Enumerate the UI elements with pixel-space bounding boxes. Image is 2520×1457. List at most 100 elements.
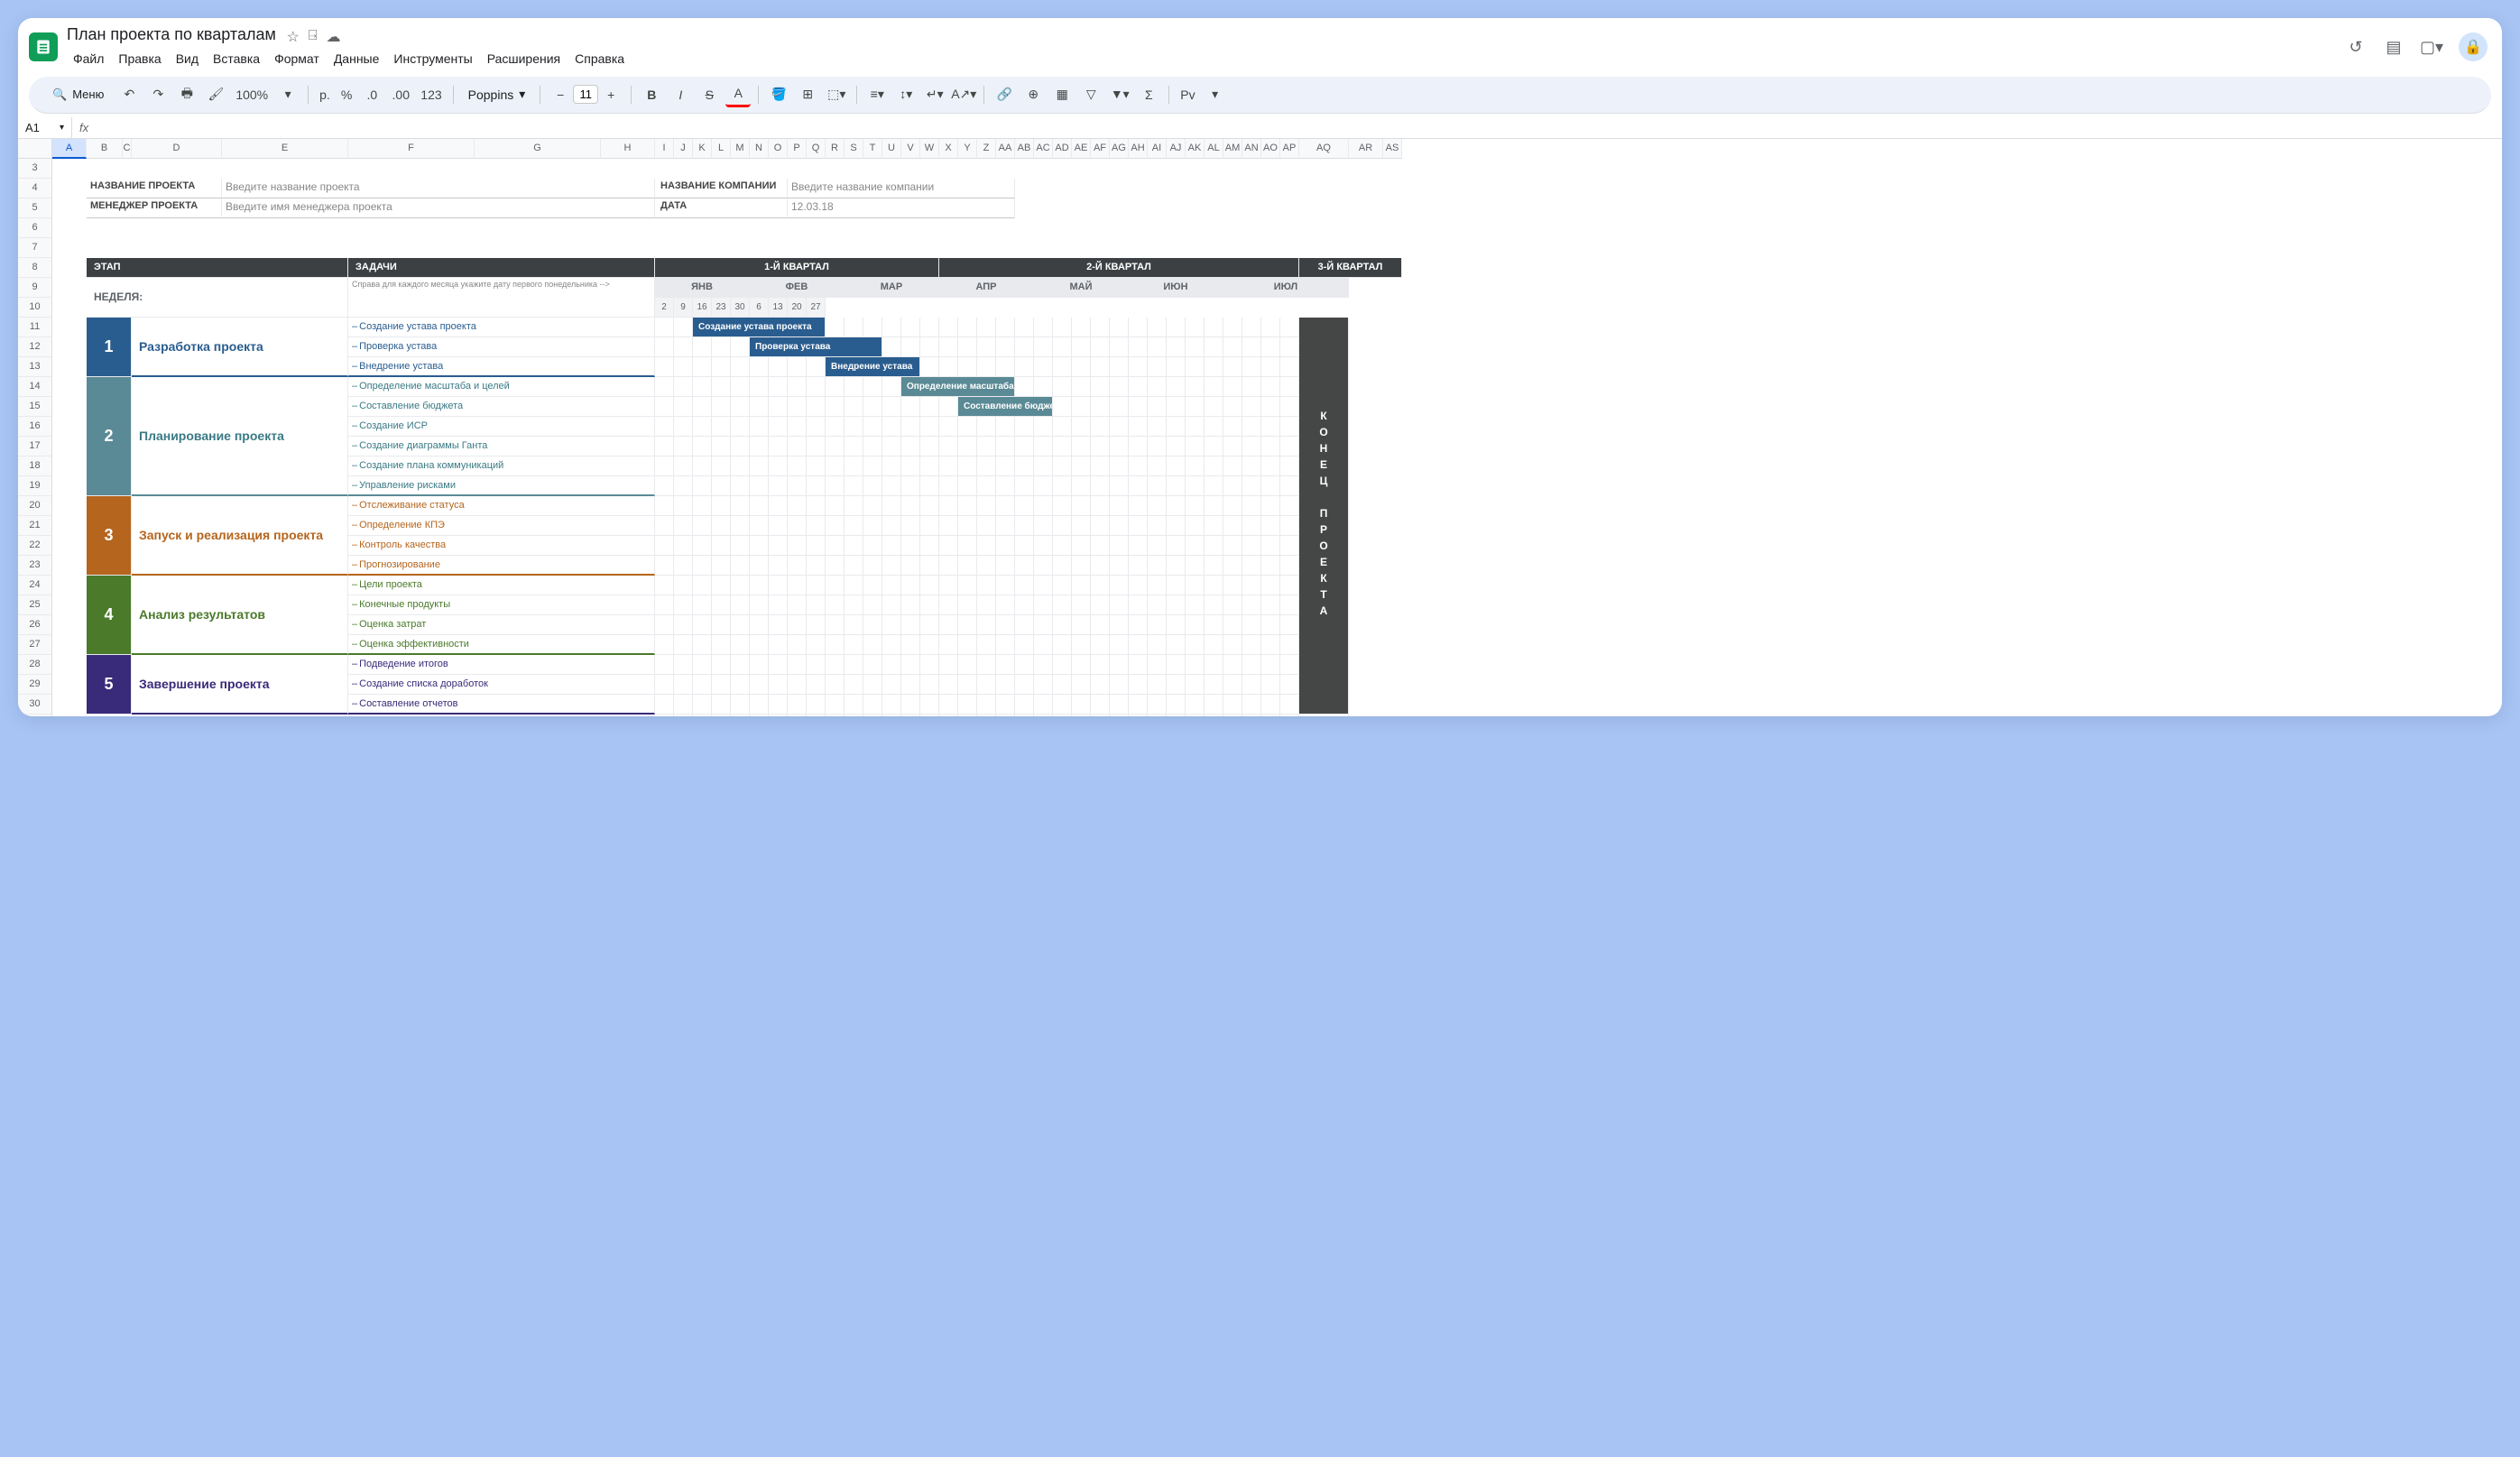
cell[interactable] [769, 595, 788, 615]
cell[interactable] [882, 576, 901, 595]
cell[interactable] [750, 635, 769, 655]
cell[interactable] [674, 337, 693, 357]
cell[interactable]: ИЮЛ [1223, 278, 1349, 298]
cell[interactable] [1091, 595, 1110, 615]
cell[interactable] [845, 456, 863, 476]
cell[interactable] [1129, 377, 1148, 397]
column-header[interactable]: S [845, 139, 863, 159]
cell[interactable] [1091, 695, 1110, 715]
cell[interactable] [1129, 496, 1148, 516]
cell[interactable] [1167, 615, 1186, 635]
cell[interactable] [1205, 318, 1223, 337]
cell[interactable] [1261, 556, 1280, 576]
redo-icon[interactable]: ↷ [145, 82, 171, 107]
row-header[interactable]: 19 [18, 476, 52, 496]
cell[interactable] [750, 655, 769, 675]
merge-button[interactable]: ⬚▾ [824, 82, 849, 107]
cell[interactable] [1110, 516, 1129, 536]
cell[interactable] [731, 337, 750, 357]
cell[interactable] [1223, 695, 1242, 715]
cell[interactable] [1280, 357, 1299, 377]
cell[interactable] [1186, 456, 1205, 476]
cell[interactable]: НАЗВАНИЕ КОМПАНИИ [655, 179, 788, 198]
strike-button[interactable]: S [697, 82, 722, 107]
cell[interactable] [977, 437, 996, 456]
cell[interactable] [1242, 576, 1261, 595]
column-header[interactable]: J [674, 139, 693, 159]
cell[interactable] [1205, 417, 1223, 437]
cell[interactable]: Контроль качества [348, 536, 655, 556]
cell[interactable] [882, 635, 901, 655]
cell[interactable] [731, 715, 750, 716]
cell[interactable] [693, 476, 712, 496]
cell[interactable]: КОНЕЦ ПРОЕКТА [1299, 318, 1349, 715]
cell[interactable] [1205, 595, 1223, 615]
cell[interactable] [769, 655, 788, 675]
cell[interactable] [1015, 695, 1034, 715]
cell[interactable] [1205, 556, 1223, 576]
cell[interactable] [1129, 715, 1148, 716]
cell[interactable] [920, 456, 939, 476]
cell[interactable] [1261, 595, 1280, 615]
cell[interactable] [1167, 675, 1186, 695]
cell[interactable] [1034, 595, 1053, 615]
cell[interactable] [674, 675, 693, 695]
cell[interactable] [1148, 437, 1167, 456]
column-header[interactable]: AK [1186, 139, 1205, 159]
cell[interactable] [1280, 715, 1299, 716]
cell[interactable] [882, 337, 901, 357]
cell[interactable] [939, 318, 958, 337]
cell[interactable] [655, 516, 674, 536]
cell[interactable] [901, 456, 920, 476]
row-header[interactable]: 17 [18, 437, 52, 456]
cell[interactable] [731, 536, 750, 556]
cell[interactable] [674, 635, 693, 655]
cell[interactable] [674, 536, 693, 556]
cell[interactable] [1261, 615, 1280, 635]
fontsize-minus[interactable]: − [548, 82, 573, 107]
column-header[interactable]: H [601, 139, 655, 159]
cell[interactable] [939, 556, 958, 576]
cell[interactable] [977, 357, 996, 377]
column-header[interactable]: AI [1148, 139, 1167, 159]
cell[interactable] [1148, 318, 1167, 337]
cell[interactable] [1186, 655, 1205, 675]
cell[interactable] [920, 595, 939, 615]
cell[interactable]: Завершение проекта [132, 655, 348, 715]
cell[interactable] [712, 476, 731, 496]
cell[interactable] [863, 655, 882, 675]
cell[interactable] [826, 635, 845, 655]
cell[interactable]: Внедрение устава [826, 357, 920, 377]
cell[interactable] [807, 377, 826, 397]
cell[interactable]: 23 [712, 298, 731, 318]
cell[interactable] [807, 675, 826, 695]
cell[interactable] [977, 476, 996, 496]
cell[interactable]: Запуск и реализация проекта [132, 496, 348, 576]
cell[interactable] [845, 576, 863, 595]
cell[interactable]: Определение масштаба и целей [901, 377, 1015, 397]
cell[interactable] [1053, 516, 1072, 536]
cell[interactable] [712, 357, 731, 377]
cell[interactable] [1015, 655, 1034, 675]
cell[interactable] [1034, 437, 1053, 456]
cell[interactable] [1072, 556, 1091, 576]
cell[interactable] [1280, 615, 1299, 635]
cell[interactable] [1242, 417, 1261, 437]
cell[interactable] [882, 456, 901, 476]
cell[interactable] [996, 576, 1015, 595]
cell[interactable]: НЕДЕЛЯ: [87, 278, 348, 318]
cell[interactable] [1261, 536, 1280, 556]
cell[interactable] [1223, 357, 1242, 377]
cell[interactable] [977, 337, 996, 357]
cell[interactable] [1280, 695, 1299, 715]
cell[interactable] [1186, 417, 1205, 437]
cell[interactable]: 6 [750, 298, 769, 318]
cell[interactable] [1034, 476, 1053, 496]
cell[interactable]: Определение КПЭ [348, 516, 655, 536]
cell[interactable] [901, 397, 920, 417]
cell[interactable] [1129, 318, 1148, 337]
cell[interactable] [882, 437, 901, 456]
cell[interactable] [845, 318, 863, 337]
cell[interactable] [750, 377, 769, 397]
cell[interactable] [1129, 615, 1148, 635]
